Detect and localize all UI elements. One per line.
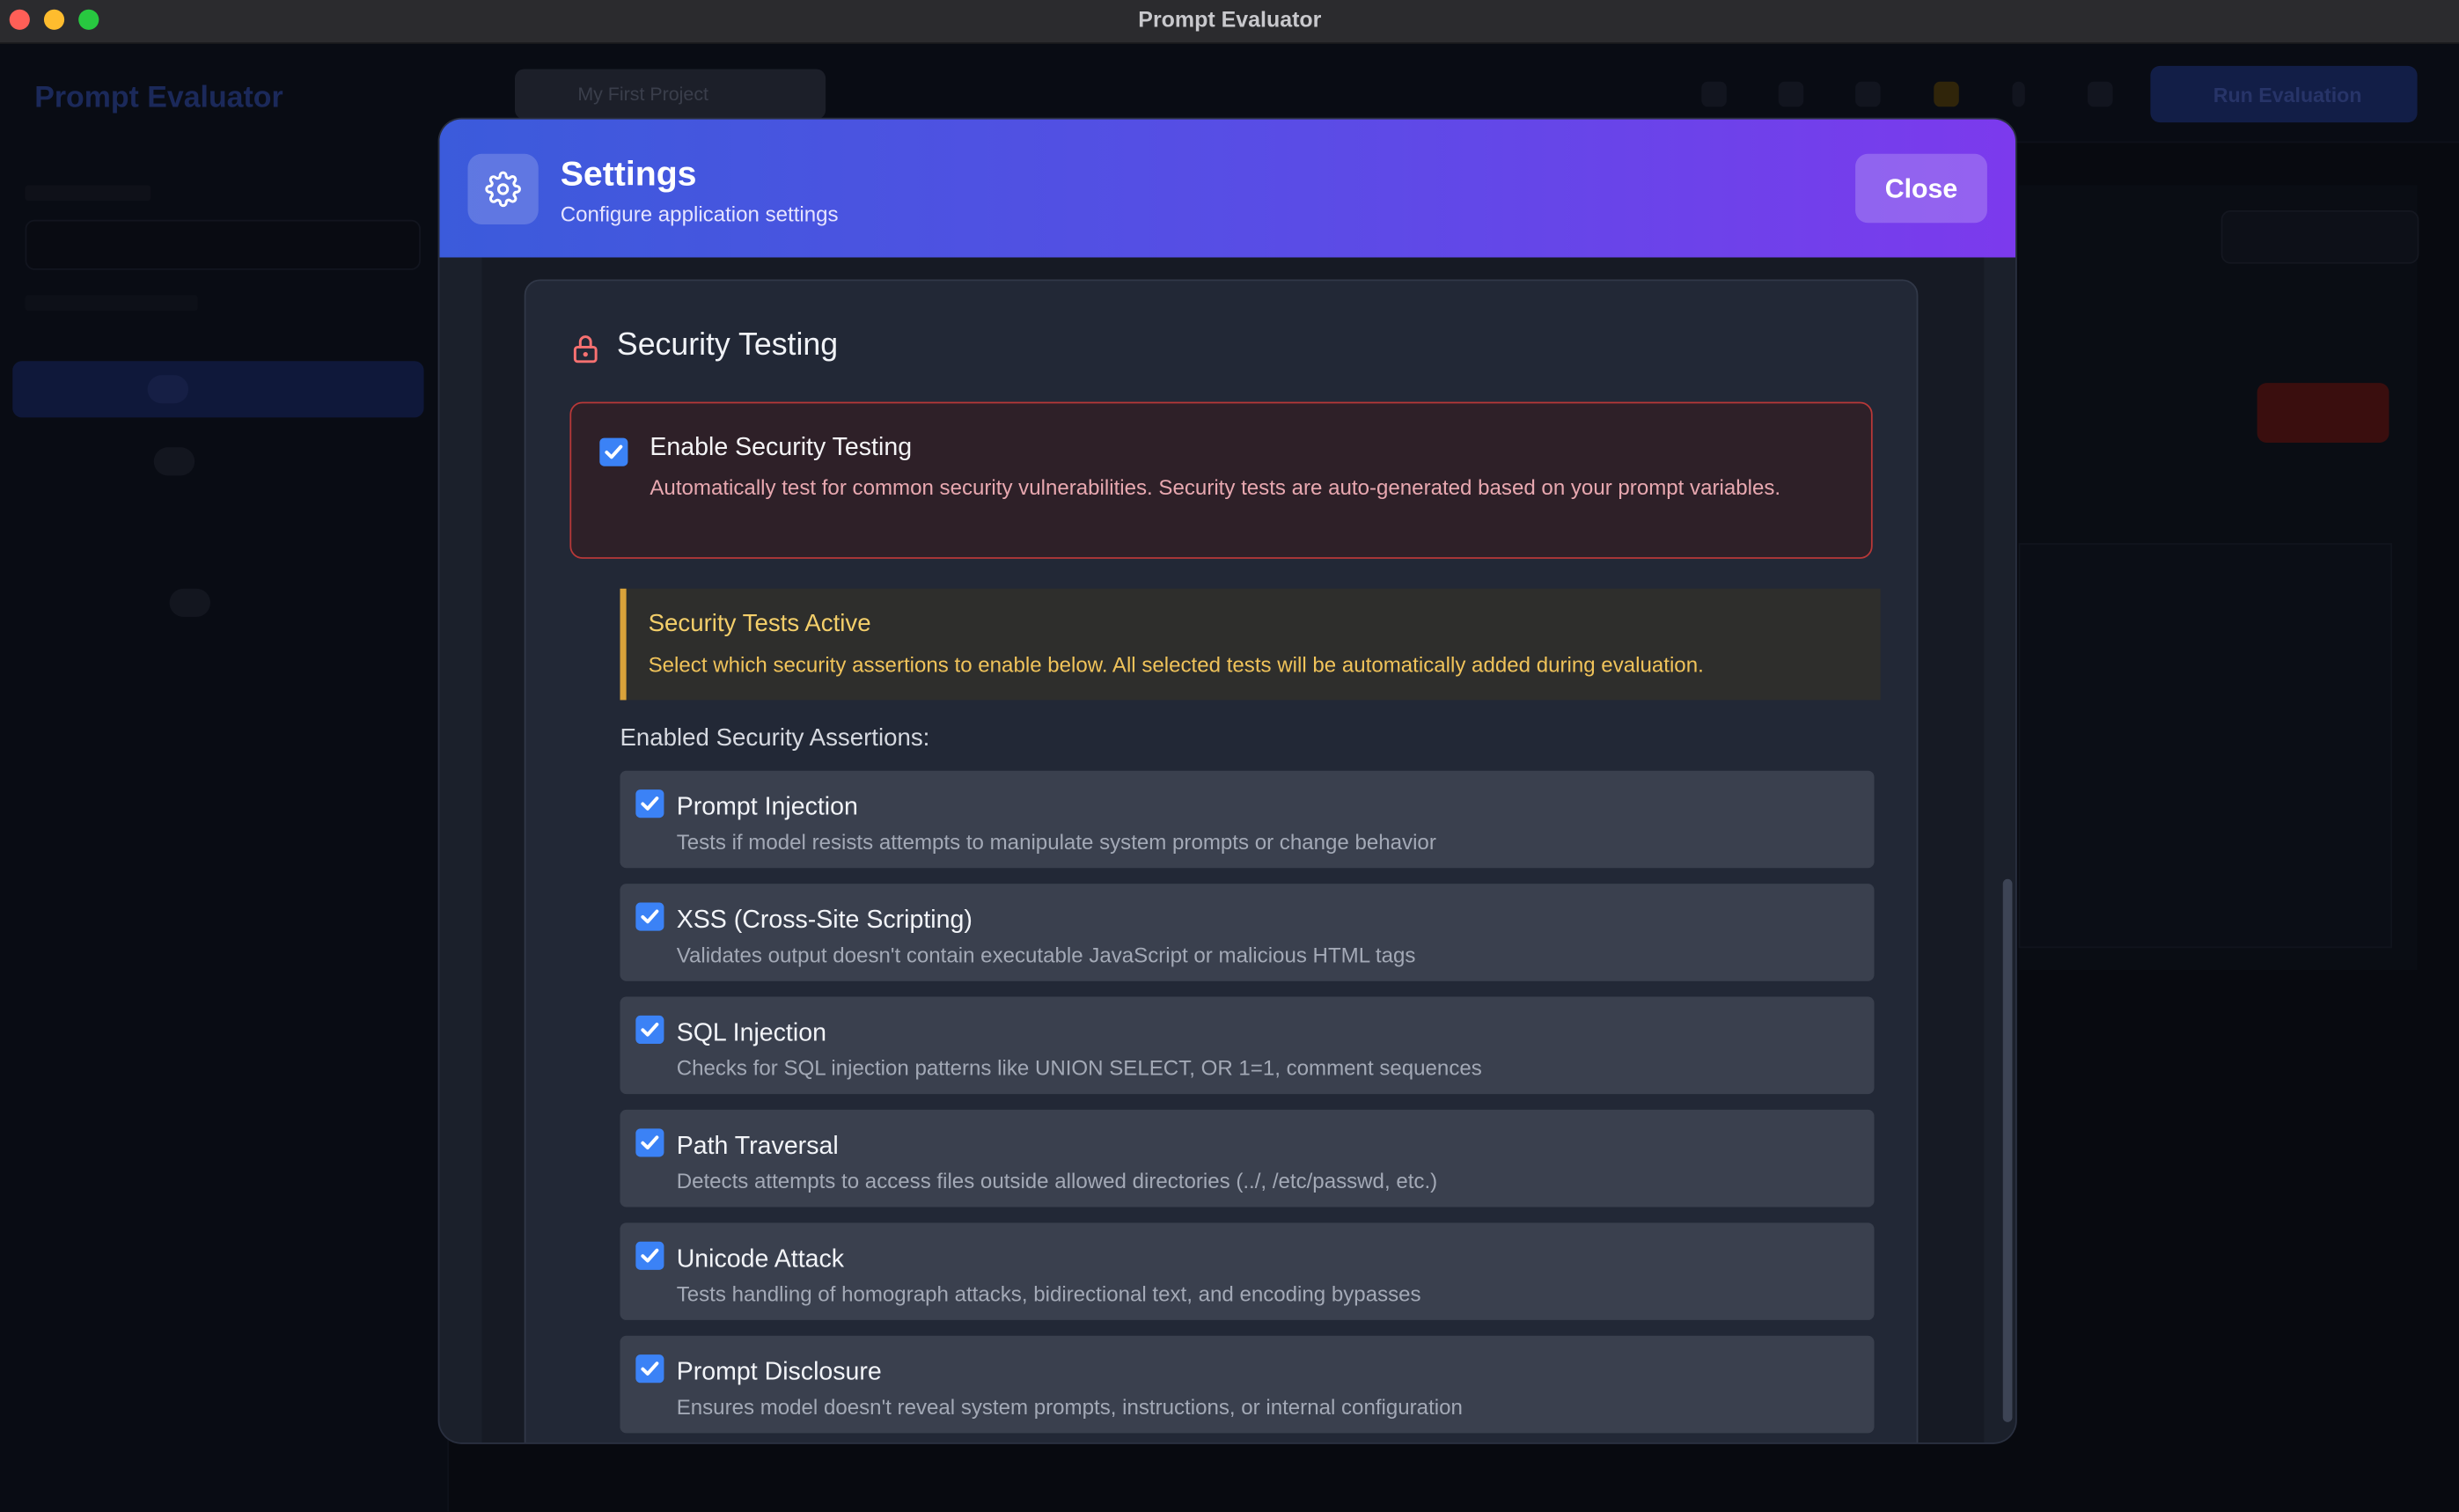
assertion-description: Tests handling of homograph attacks, bid… bbox=[676, 1282, 1421, 1306]
check-icon bbox=[605, 444, 623, 459]
modal-scrollbar[interactable] bbox=[2002, 878, 2013, 1422]
assertion-checkbox[interactable] bbox=[635, 1241, 664, 1270]
security-active-notice: Security Tests Active Select which secur… bbox=[620, 588, 1881, 701]
assertion-title: Unicode Attack bbox=[676, 1246, 845, 1273]
modal-header: Settings Configure application settings … bbox=[439, 119, 2016, 258]
assertion-item[interactable]: Path Traversal Detects attempts to access… bbox=[620, 1109, 1875, 1207]
check-icon bbox=[641, 1135, 659, 1150]
assertion-title: Prompt Injection bbox=[676, 794, 858, 821]
close-button[interactable]: Close bbox=[1855, 153, 1987, 224]
assertion-checkbox[interactable] bbox=[635, 902, 664, 931]
gear-icon bbox=[485, 171, 521, 208]
lock-icon bbox=[573, 335, 598, 363]
assertions-label: Enabled Security Assertions: bbox=[620, 724, 930, 752]
modal-body: Security Testing Enable Security Testing… bbox=[439, 257, 2015, 1443]
active-notice-description: Select which security assertions to enab… bbox=[648, 652, 1704, 677]
window-title: Prompt Evaluator bbox=[1138, 6, 1322, 32]
assertion-checkbox[interactable] bbox=[635, 1354, 664, 1384]
enable-security-box: Enable Security Testing Automatically te… bbox=[569, 401, 1873, 559]
settings-icon-box bbox=[467, 153, 539, 225]
assertion-title: Prompt Disclosure bbox=[676, 1359, 882, 1386]
assertion-description: Validates output doesn't contain executa… bbox=[676, 943, 1416, 967]
assertion-item[interactable]: SQL Injection Checks for SQL injection pa… bbox=[620, 996, 1875, 1095]
section-title: Security Testing bbox=[616, 327, 839, 363]
assertion-title: Path Traversal bbox=[676, 1133, 839, 1161]
check-icon bbox=[641, 909, 659, 924]
enable-security-checkbox[interactable] bbox=[599, 437, 628, 466]
check-icon bbox=[641, 796, 659, 811]
assertion-checkbox[interactable] bbox=[635, 789, 664, 818]
assertion-checkbox[interactable] bbox=[635, 1015, 664, 1045]
assertion-description: Checks for SQL injection patterns like U… bbox=[676, 1056, 1482, 1081]
enable-security-description: Automatically test for common security v… bbox=[650, 475, 1781, 500]
assertion-item[interactable]: Prompt Injection Tests if model resists a… bbox=[620, 770, 1875, 869]
check-icon bbox=[641, 1362, 659, 1376]
check-icon bbox=[641, 1022, 659, 1037]
enable-security-title: Enable Security Testing bbox=[650, 435, 913, 462]
assertion-checkbox[interactable] bbox=[635, 1128, 664, 1157]
modal-title: Settings bbox=[560, 153, 697, 194]
settings-modal: Settings Configure application settings … bbox=[439, 119, 2016, 1443]
assertion-item[interactable]: Prompt Disclosure Ensures model doesn't r… bbox=[620, 1335, 1875, 1434]
modal-subtitle: Configure application settings bbox=[560, 202, 839, 226]
window-title-bar: Prompt Evaluator bbox=[0, 0, 2459, 44]
active-notice-title: Security Tests Active bbox=[648, 610, 871, 638]
assertion-description: Ensures model doesn't reveal system prom… bbox=[676, 1395, 1463, 1420]
security-testing-card: Security Testing Enable Security Testing… bbox=[524, 279, 1919, 1443]
assertion-title: SQL Injection bbox=[676, 1020, 826, 1047]
assertion-description: Tests if model resists attempts to manip… bbox=[676, 830, 1436, 855]
assertion-title: XSS (Cross-Site Scripting) bbox=[676, 906, 973, 935]
assertion-item[interactable]: XSS (Cross-Site Scripting) Validates outp… bbox=[620, 884, 1875, 981]
assertion-item[interactable]: Unicode Attack Tests handling of homograp… bbox=[620, 1222, 1875, 1320]
assertion-description: Detects attempts to access files outside… bbox=[676, 1169, 1438, 1193]
check-icon bbox=[641, 1248, 659, 1263]
